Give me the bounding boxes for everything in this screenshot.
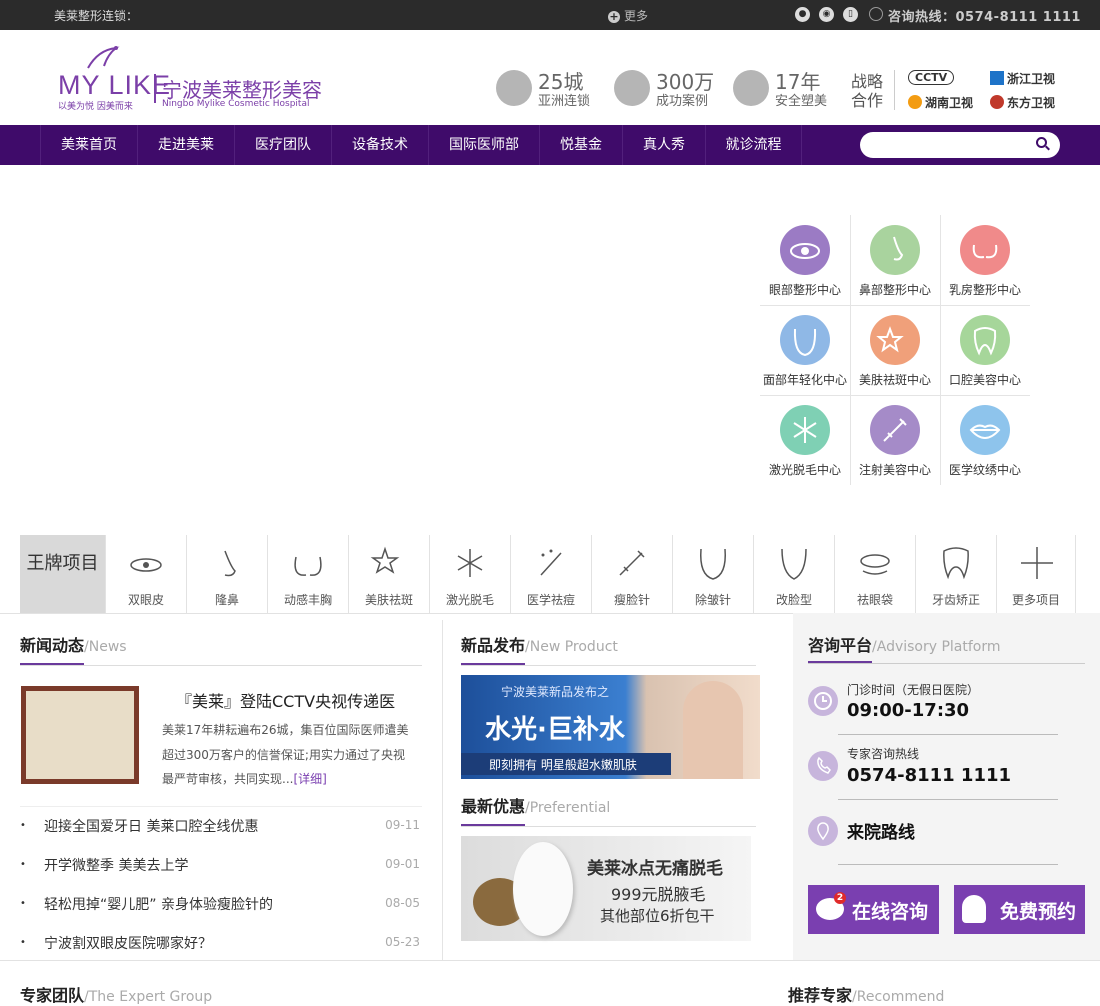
eyebag-icon (860, 554, 890, 575)
offer-banner[interactable]: 美莱冰点无痛脱毛 999元脱腋毛 其他部位6折包干 (461, 836, 751, 941)
diamond-icon (614, 70, 650, 106)
nav-team[interactable]: 医疗团队 (234, 125, 331, 165)
news-certificate-image[interactable] (21, 686, 139, 784)
face-outline-icon (781, 548, 807, 580)
center-injection[interactable]: 注射美容中心 (850, 395, 940, 485)
user-clock-icon (962, 895, 986, 923)
tooth-icon (943, 547, 969, 580)
center-breast[interactable]: 乳房整形中心 (940, 215, 1030, 305)
nav-show[interactable]: 真人秀 (622, 125, 705, 165)
map-pin-icon (808, 816, 838, 846)
face-icon (780, 315, 830, 365)
project-wrinkle[interactable]: 除皱针 (672, 535, 753, 613)
headset-icon (869, 7, 883, 21)
nav-international[interactable]: 国际医师部 (428, 125, 539, 165)
phone-label: 专家咨询热线 (847, 747, 920, 761)
media-cctv: CCTV (908, 70, 955, 85)
tooth-icon (960, 315, 1010, 365)
logo-slogan: 以美为悦 因美而来 (58, 102, 133, 112)
expert-heading: 专家团队/The Expert Group (20, 986, 213, 1005)
hotline: 咨询热线：0574-8111 1111 (888, 10, 1081, 25)
phone-icon[interactable]: ▯ (843, 7, 858, 22)
center-tattoo[interactable]: 医学纹绣中心 (940, 395, 1030, 485)
wand-icon (540, 549, 562, 576)
wechat-icon[interactable]: ● (795, 7, 810, 22)
chain-label: 美莱整形连锁： (54, 9, 139, 23)
recommend-heading: 推荐专家/Recommend (788, 986, 945, 1005)
news-detail-link[interactable]: [详细] (293, 772, 326, 786)
media-dongfang: 东方卫视 (990, 94, 1055, 111)
breast-icon (294, 556, 322, 576)
center-laser[interactable]: 激光脱毛中心 (760, 395, 850, 485)
nav-fund[interactable]: 悦基金 (539, 125, 622, 165)
eye-icon (130, 558, 162, 572)
model-portrait (683, 681, 743, 779)
more-link[interactable]: + 更多 (608, 7, 648, 24)
appointment-button[interactable]: 免费预约 (954, 885, 1085, 934)
nav-equipment[interactable]: 设备技术 (331, 125, 428, 165)
project-slim-face[interactable]: 瘦脸针 (591, 535, 672, 613)
project-nose[interactable]: 隆鼻 (186, 535, 267, 613)
media-hunan: 湖南卫视 (908, 94, 973, 111)
phone-icon (808, 751, 838, 781)
eye-icon (780, 225, 830, 275)
project-laser[interactable]: 激光脱毛 (429, 535, 510, 613)
media-zhejiang: 浙江卫视 (990, 70, 1055, 87)
search-input[interactable] (860, 132, 1060, 158)
news-headline[interactable]: 『美莱』登陆CCTV央视传递医 (176, 688, 395, 712)
badge: 2 (834, 892, 846, 904)
lips-icon (960, 405, 1010, 455)
sparkle-icon (870, 315, 920, 365)
hours-label: 门诊时间（无假日医院） (847, 683, 980, 697)
plus-icon (1021, 547, 1053, 579)
king-projects-label: 王牌项目 (20, 535, 105, 613)
strategic-label: 战略合作 (851, 72, 884, 110)
product-banner[interactable]: 宁波美莱新品发布之 水光·巨补水 即刻拥有 明星般超水嫩肌肤 (461, 675, 760, 779)
offer-heading: 最新优惠/Preferential (461, 797, 611, 816)
nav-process[interactable]: 就诊流程 (705, 125, 802, 165)
hours-value: 09:00-17:30 (847, 700, 970, 721)
center-eye[interactable]: 眼部整形中心 (760, 215, 850, 305)
weibo-icon[interactable]: ◉ (819, 7, 834, 22)
trophy-icon (733, 70, 769, 106)
nav-home[interactable]: 美莱首页 (40, 125, 137, 165)
globe-icon (496, 70, 532, 106)
syringe-icon (870, 405, 920, 455)
snowflake-icon (457, 549, 483, 577)
nose-icon (870, 225, 920, 275)
snowflake-icon (780, 405, 830, 455)
breast-icon (960, 225, 1010, 275)
divider (894, 70, 895, 110)
wrinkle-face-icon (700, 548, 726, 580)
project-more[interactable]: 更多项目 (996, 535, 1076, 613)
product-heading: 新品发布/New Product (461, 636, 618, 655)
center-dental[interactable]: 口腔美容中心 (940, 305, 1030, 395)
clock-icon (808, 686, 838, 716)
center-skin[interactable]: 美肤祛斑中心 (850, 305, 940, 395)
news-summary: 美莱17年耕耘遍布26城，集百位国际医师遣美 超过300万客户的信誉保证;用实力通… (162, 723, 409, 786)
center-nose[interactable]: 鼻部整形中心 (850, 215, 940, 305)
project-orthodontics[interactable]: 牙齿矫正 (915, 535, 996, 613)
center-face[interactable]: 面部年轻化中心 (760, 305, 850, 395)
advisory-heading: 咨询平台/Advisory Platform (808, 636, 1001, 655)
egg-image (513, 842, 573, 936)
project-acne[interactable]: 医学祛痘 (510, 535, 591, 613)
nav-about[interactable]: 走进美莱 (137, 125, 234, 165)
syringe-icon (619, 550, 645, 576)
route-link[interactable]: 来院路线 (847, 818, 915, 843)
project-skin[interactable]: 美肤祛斑 (348, 535, 429, 613)
phone-value: 0574-8111 1111 (847, 765, 1012, 786)
star-icon (370, 546, 400, 574)
plus-icon: + (608, 10, 620, 23)
project-reshape[interactable]: 改脸型 (753, 535, 834, 613)
top-bar: 美莱整形连锁： + 更多 ● ◉ ▯ 咨询热线：0574-8111 1111 (0, 0, 1100, 30)
nose-icon (224, 550, 236, 577)
online-consult-button[interactable]: 2 在线咨询 (808, 885, 939, 934)
news-heading: 新闻动态/News (20, 636, 127, 655)
project-eyebag[interactable]: 祛眼袋 (834, 535, 915, 613)
project-double-eyelid[interactable]: 双眼皮 (105, 535, 186, 613)
project-breast[interactable]: 动感丰胸 (267, 535, 348, 613)
logo-hospital: Ningbo Mylike Cosmetic Hospital (162, 99, 310, 109)
